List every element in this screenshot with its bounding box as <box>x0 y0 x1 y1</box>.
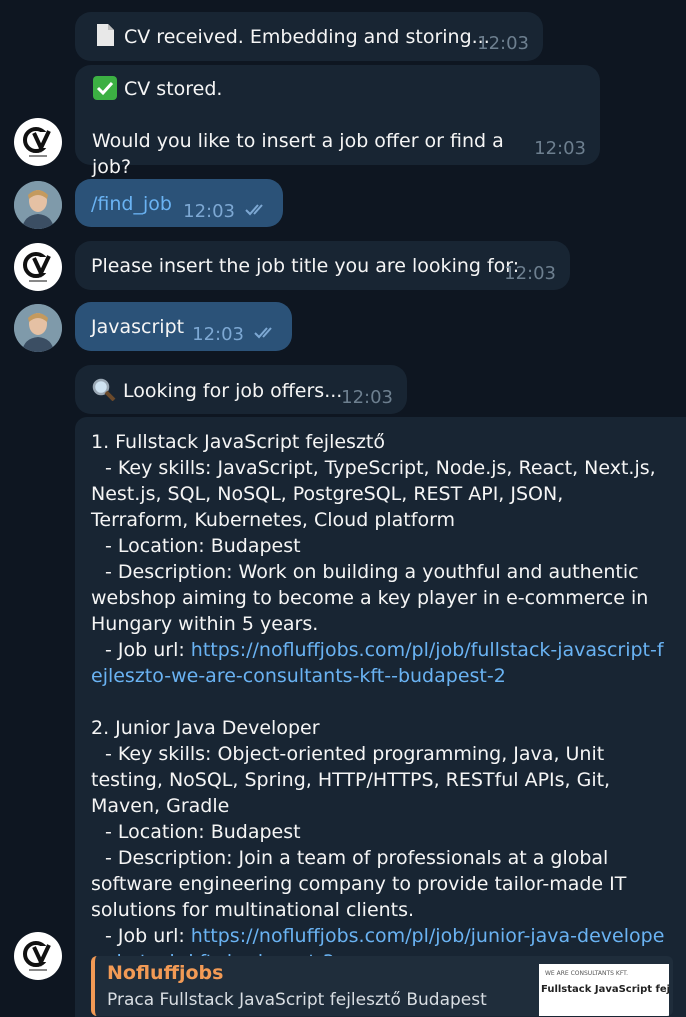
magnifier-icon <box>92 378 116 401</box>
message-text: Looking for job offers... <box>123 380 343 402</box>
bot-avatar[interactable] <box>14 932 62 980</box>
read-checkmarks-icon <box>254 327 272 339</box>
job-1-description: - Description: Work on building a youthf… <box>91 561 649 635</box>
message-time: 12:03 <box>504 263 556 284</box>
command-link[interactable]: /find_job <box>91 191 172 217</box>
job-1-title: 1. Fullstack JavaScript fejlesztő <box>91 431 385 453</box>
cv-logo-icon <box>23 252 51 282</box>
message-text: CV stored. Would you like to insert a jo… <box>92 78 504 178</box>
job-2-title: 2. Junior Java Developer <box>91 717 320 739</box>
user-avatar[interactable] <box>14 304 62 352</box>
user-avatar[interactable] <box>14 181 62 229</box>
message-time: 12:03 <box>192 324 244 345</box>
message-text: Javascript <box>91 316 185 338</box>
bot-avatar[interactable] <box>14 243 62 291</box>
read-checkmarks-icon <box>245 204 263 216</box>
preview-site-name: Nofluffjobs <box>107 962 224 984</box>
message-job-results: 1. Fullstack JavaScript fejlesztő - Key … <box>75 417 686 1017</box>
message-text: Please insert the job title you are look… <box>91 255 520 277</box>
job-2-url-label: - Job url: <box>105 925 191 947</box>
job-2-skills: - Key skills: Object-oriented programmin… <box>91 743 611 817</box>
user-photo-icon <box>14 181 62 229</box>
thumbnail-title: Fullstack JavaScript fejlesztő <box>541 984 669 995</box>
message-find-job: /find_job 12:03 <box>75 179 283 227</box>
job-1-skills: - Key skills: JavaScript, TypeScript, No… <box>91 457 656 531</box>
message-looking: Looking for job offers... 12:03 <box>75 365 407 414</box>
bot-avatar[interactable] <box>14 118 62 166</box>
preview-thumbnail[interactable]: WE ARE CONSULTANTS KFT. Fullstack JavaSc… <box>539 964 669 1016</box>
message-time: 12:03 <box>477 33 529 54</box>
message-insert-title: Please insert the job title you are look… <box>75 241 570 290</box>
job-1-location: - Location: Budapest <box>105 535 301 557</box>
job-2-description: - Description: Join a team of profession… <box>91 847 627 921</box>
link-preview[interactable]: Nofluffjobs Praca Fullstack JavaScript f… <box>91 956 673 1016</box>
user-photo-icon <box>14 304 62 352</box>
message-javascript: Javascript 12:03 <box>75 302 292 351</box>
thumbnail-company: WE ARE CONSULTANTS KFT. <box>545 970 629 977</box>
job-2-location: - Location: Budapest <box>105 821 301 843</box>
check-icon <box>93 76 117 100</box>
message-time: 12:03 <box>534 138 586 159</box>
job-1-url-label: - Job url: <box>105 639 191 661</box>
message-cv-received: CV received. Embedding and storing... 12… <box>75 12 543 61</box>
cv-logo-icon <box>23 127 51 157</box>
message-time: 12:03 <box>341 387 393 408</box>
message-time: 12:03 <box>183 201 235 222</box>
message-text: CV received. Embedding and storing... <box>124 26 490 48</box>
cv-logo-icon <box>23 941 51 971</box>
preview-description: Praca Fullstack JavaScript fejlesztő Bud… <box>107 990 487 1010</box>
page-icon <box>97 24 114 46</box>
message-cv-stored: CV stored. Would you like to insert a jo… <box>75 65 600 178</box>
